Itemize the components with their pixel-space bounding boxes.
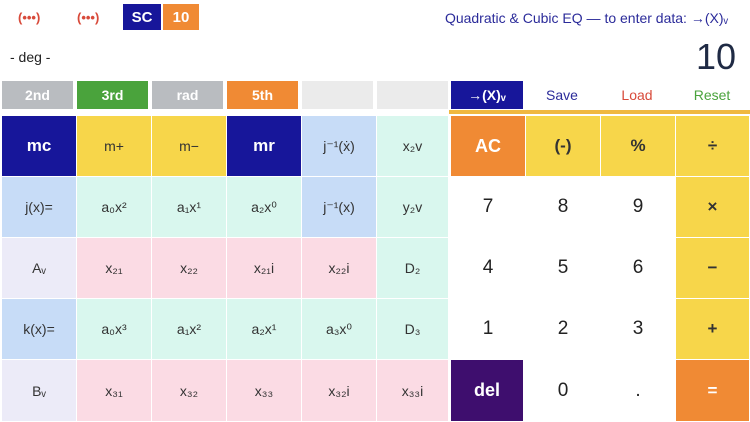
a0x2-button[interactable]: a₀x²: [77, 177, 152, 238]
more-menu-button-1[interactable]: (•••): [18, 10, 40, 25]
tab-rad[interactable]: rad: [152, 81, 223, 109]
multiply-button[interactable]: ×: [676, 177, 750, 238]
a-v-button[interactable]: Aᵥ: [2, 238, 77, 299]
digit-0-button[interactable]: 0: [526, 360, 601, 422]
negate-button[interactable]: (-): [526, 116, 601, 177]
reset-button[interactable]: Reset: [676, 81, 748, 109]
d2-button[interactable]: D₂: [377, 238, 449, 299]
tab-2nd[interactable]: 2nd: [2, 81, 73, 109]
result-display: 10: [695, 36, 736, 77]
x22i-button[interactable]: x₂₂i: [302, 238, 377, 299]
tab-5th[interactable]: 5th: [227, 81, 298, 109]
load-button[interactable]: Load: [601, 81, 673, 109]
b-v-button[interactable]: Bᵥ: [2, 360, 77, 422]
x2v-button[interactable]: x₂v: [377, 116, 449, 177]
x22-button[interactable]: x₂₂: [152, 238, 227, 299]
a3x0-button[interactable]: a₃x⁰: [302, 299, 377, 360]
tab-blank-2[interactable]: [377, 81, 448, 109]
more-menu-button-2[interactable]: (•••): [77, 10, 99, 25]
digit-2-button[interactable]: 2: [526, 299, 601, 360]
digit-8-button[interactable]: 8: [526, 177, 601, 238]
decimal-point-button[interactable]: .: [601, 360, 676, 422]
digit-9-button[interactable]: 9: [601, 177, 676, 238]
m-minus-button[interactable]: m−: [152, 116, 227, 177]
tab-blank-1[interactable]: [302, 81, 373, 109]
x32i-button[interactable]: x₃₂i: [302, 360, 377, 422]
enter-data-button[interactable]: →(X)ᵥ: [451, 81, 523, 109]
save-button[interactable]: Save: [526, 81, 598, 109]
plus-button[interactable]: +: [676, 299, 750, 360]
digit-7-button[interactable]: 7: [451, 177, 526, 238]
j-of-x-button[interactable]: j(x)=: [2, 177, 77, 238]
a1x2-button[interactable]: a₁x²: [152, 299, 227, 360]
digit-4-button[interactable]: 4: [451, 238, 526, 299]
a2x1-button[interactable]: a₂x¹: [227, 299, 302, 360]
a1x1-button[interactable]: a₁x¹: [152, 177, 227, 238]
j-inverse-dot-button[interactable]: j⁻¹(ẋ): [302, 116, 377, 177]
digit-6-button[interactable]: 6: [601, 238, 676, 299]
delete-button[interactable]: del: [451, 360, 524, 422]
x21i-button[interactable]: x₂₁i: [227, 238, 302, 299]
x33i-button[interactable]: x₃₃i: [377, 360, 449, 422]
divide-button[interactable]: ÷: [676, 116, 750, 177]
x33-button[interactable]: x₃₃: [227, 360, 302, 422]
k-of-x-button[interactable]: k(x)=: [2, 299, 77, 360]
divider-line: [449, 110, 750, 114]
x32-button[interactable]: x₃₂: [152, 360, 227, 422]
tab-3rd[interactable]: 3rd: [77, 81, 148, 109]
a2x0-button[interactable]: a₂x⁰: [227, 177, 302, 238]
digit-1-button[interactable]: 1: [451, 299, 526, 360]
digit-5-button[interactable]: 5: [526, 238, 601, 299]
angle-mode-label: - deg -: [10, 49, 51, 65]
sc-mode-button[interactable]: SC: [123, 4, 161, 30]
mr-button[interactable]: mr: [227, 116, 302, 177]
m-plus-button[interactable]: m+: [77, 116, 152, 177]
j-inverse-button[interactable]: j⁻¹(x): [302, 177, 377, 238]
mode-hint-text: Quadratic & Cubic EQ — to enter data: →(…: [444, 10, 728, 26]
digit-3-button[interactable]: 3: [601, 299, 676, 360]
x21-button[interactable]: x₂₁: [77, 238, 152, 299]
mc-button[interactable]: mc: [2, 116, 77, 177]
x31-button[interactable]: x₃₁: [77, 360, 152, 422]
minus-button[interactable]: −: [676, 238, 750, 299]
a0x3-button[interactable]: a₀x³: [77, 299, 152, 360]
percent-button[interactable]: %: [601, 116, 676, 177]
d3-button[interactable]: D₃: [377, 299, 449, 360]
y2v-button[interactable]: y₂v: [377, 177, 449, 238]
equals-button[interactable]: =: [676, 360, 750, 422]
base-mode-button[interactable]: 10: [163, 4, 199, 30]
all-clear-button[interactable]: AC: [451, 116, 526, 177]
